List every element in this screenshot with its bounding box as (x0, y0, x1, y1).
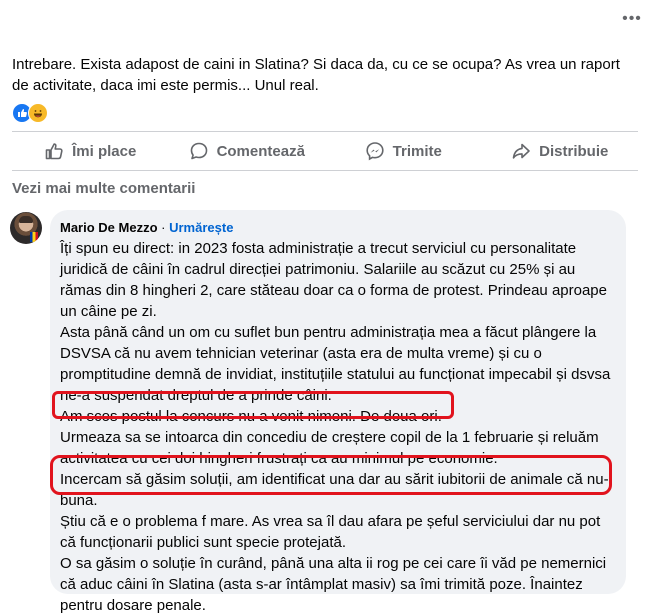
comment-label: Comentează (216, 142, 305, 160)
share-arrow-icon (512, 143, 530, 159)
comment-author-line: Mario De Mezzo · Urmărește (60, 219, 233, 236)
reactions-summary[interactable] (12, 103, 48, 123)
like-button[interactable]: Îmi place (12, 136, 169, 166)
share-label: Distribuie (539, 142, 609, 160)
comment-button[interactable]: Comentează (169, 136, 326, 166)
comment-paragraph: Îți spun eu direct: in 2023 fosta admini… (60, 240, 607, 320)
comment-bubble-icon (190, 142, 207, 160)
comment-author-name[interactable]: Mario De Mezzo (60, 220, 158, 235)
author-separator: · (161, 220, 166, 235)
view-more-comments-link[interactable]: Vezi mai multe comentarii (12, 180, 195, 197)
haha-reaction-icon (28, 103, 48, 123)
follow-link[interactable]: Urmărește (169, 220, 233, 235)
post-text: Intrebare. Exista adapost de caini in Sl… (12, 56, 620, 94)
avatar-hair (19, 216, 33, 223)
comment-paragraph: Știu că e o problema f mare. As vrea sa … (60, 513, 601, 551)
avatar[interactable] (10, 212, 42, 244)
like-label: Îmi place (72, 142, 137, 160)
comment-paragraph: O sa găsim o soluție în curând, până una… (60, 555, 607, 614)
divider-top (12, 131, 638, 132)
red-highlight-marker (52, 391, 454, 419)
share-button[interactable]: Distribuie (482, 136, 639, 166)
send-button[interactable]: Trimite (325, 136, 482, 166)
messenger-icon (366, 142, 384, 161)
send-label: Trimite (392, 142, 442, 160)
post-actions-bar: Îmi place Comentează Trimite Distribuie (12, 136, 638, 166)
red-highlight-marker (50, 455, 612, 495)
thumbs-up-icon (45, 143, 63, 160)
comment-text: Îți spun eu direct: in 2023 fosta admini… (60, 238, 616, 616)
divider-bottom (12, 170, 638, 171)
avatar-flag (30, 232, 38, 242)
post-more-button[interactable]: ••• (622, 11, 642, 27)
